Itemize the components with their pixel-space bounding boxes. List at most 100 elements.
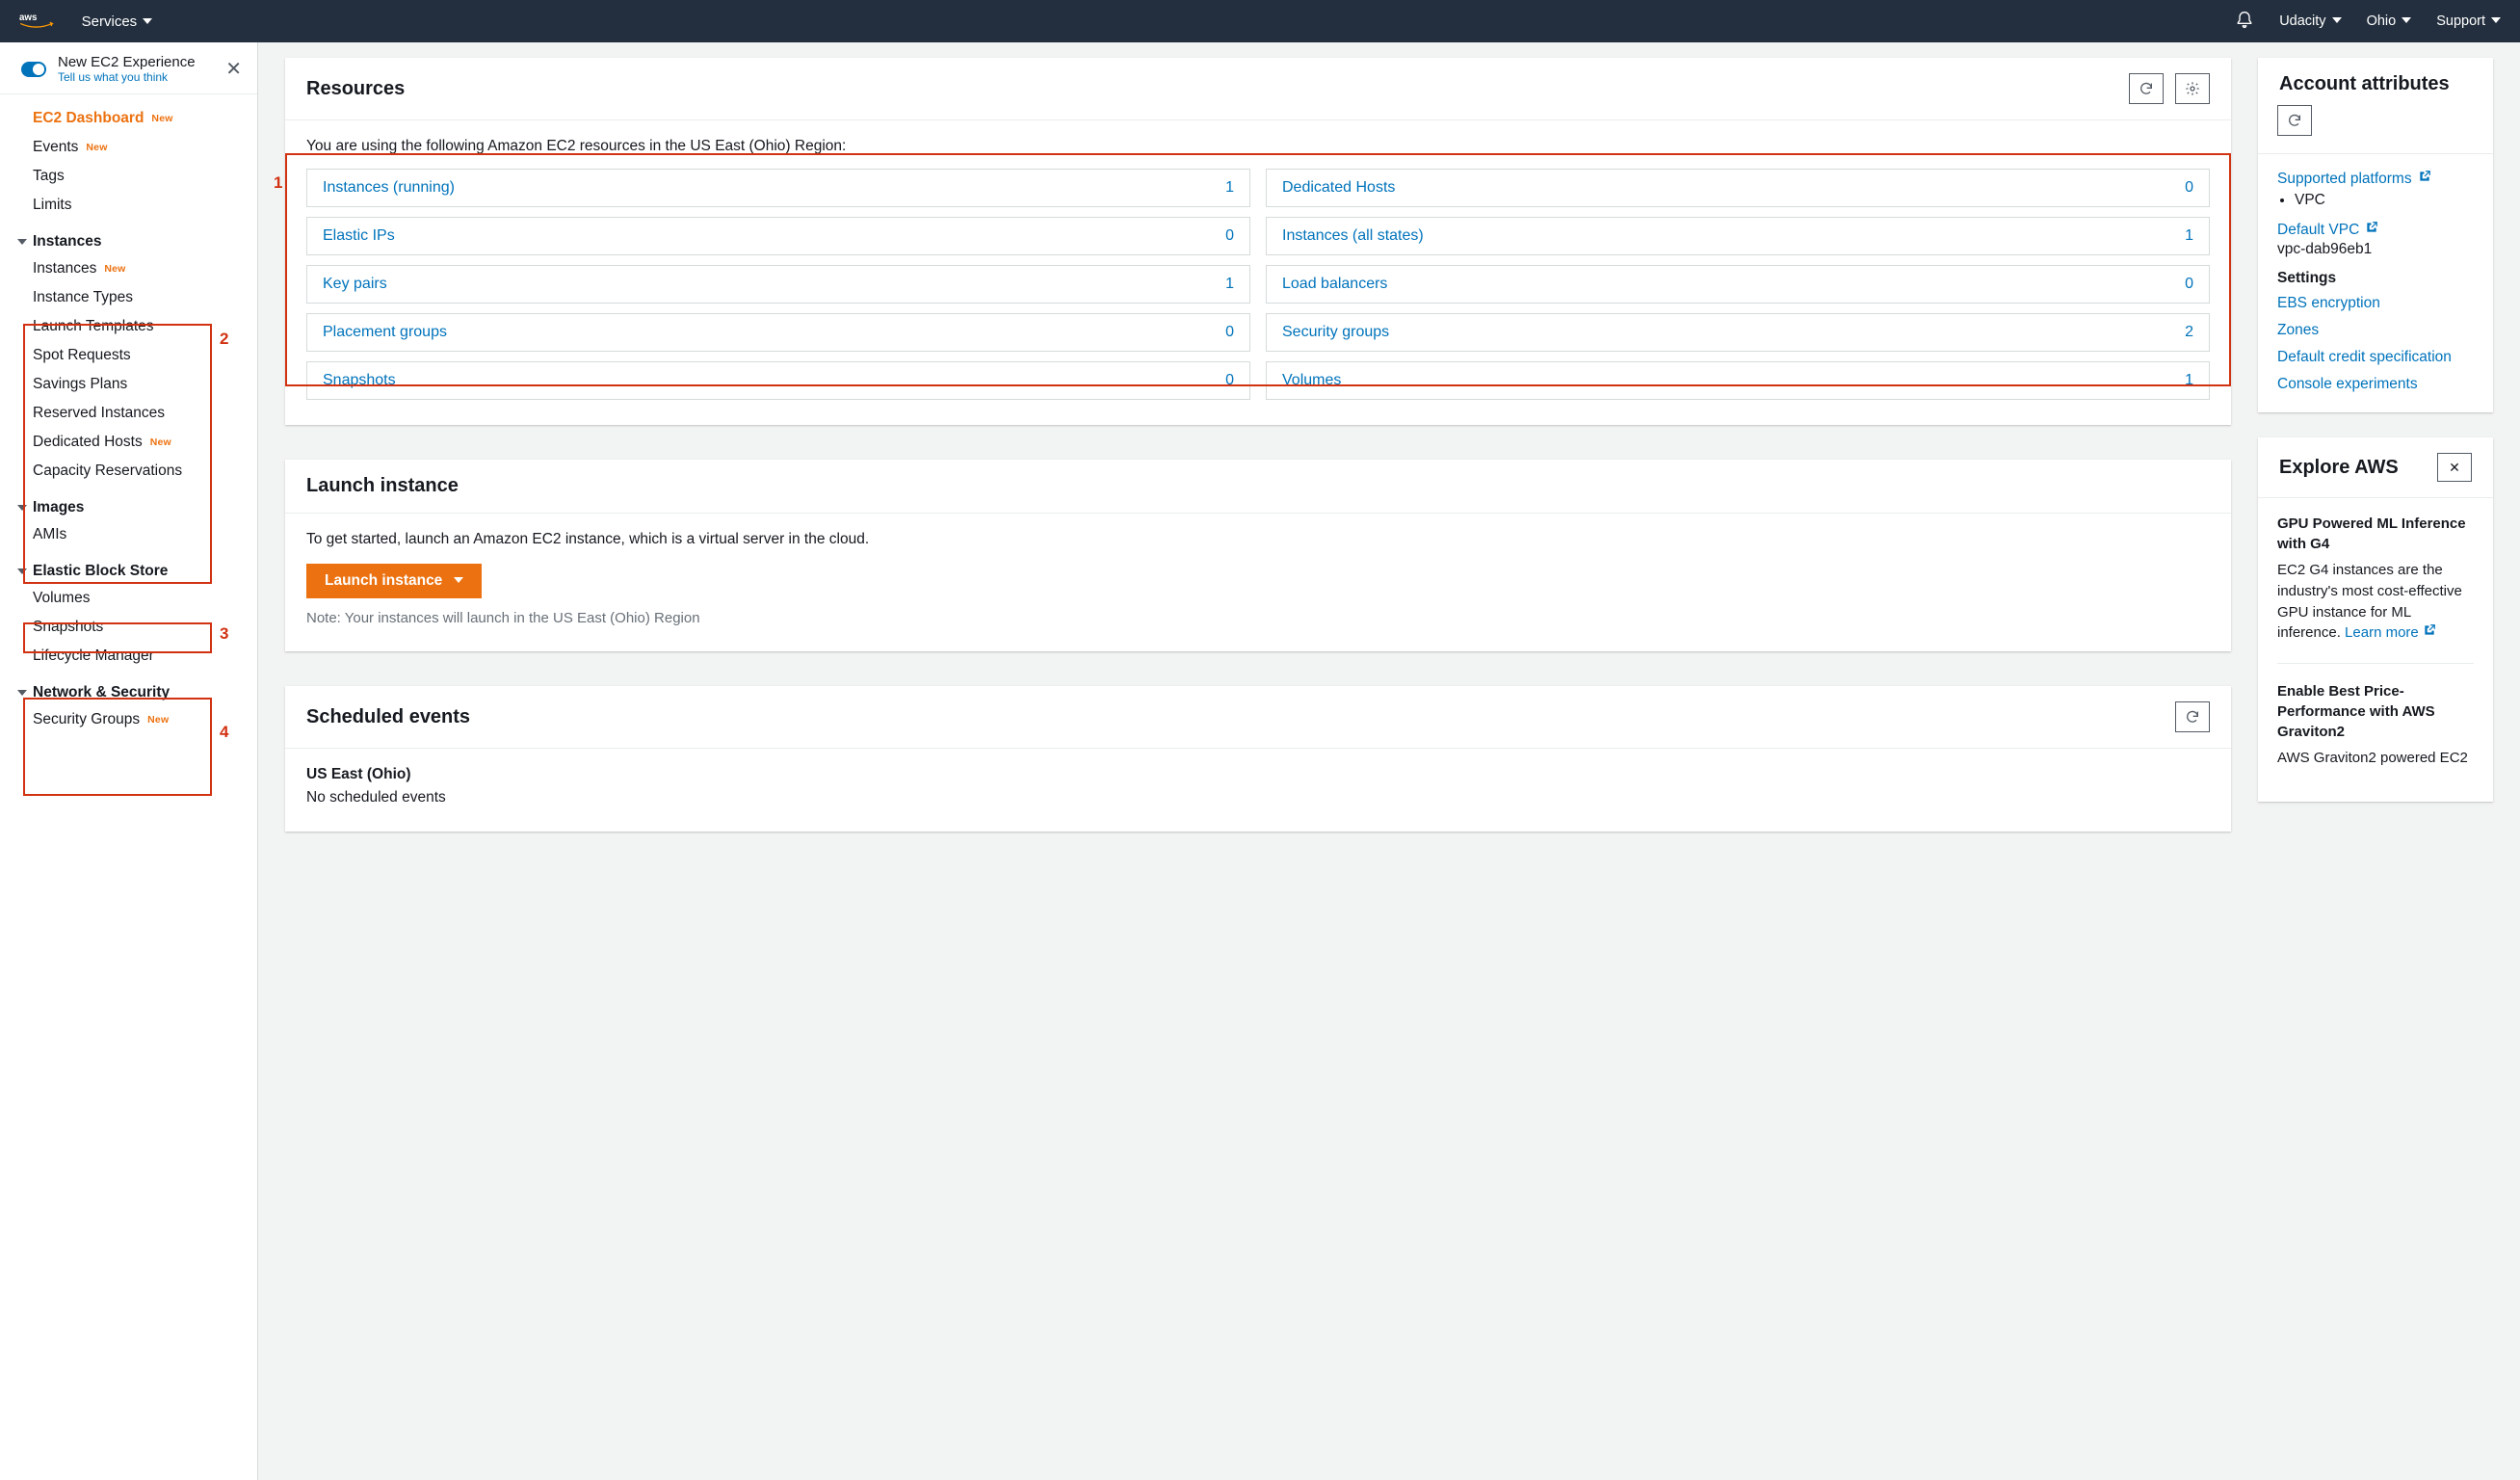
resource-link[interactable]: Elastic IPs	[323, 227, 395, 245]
sidebar-item-snapshots[interactable]: Snapshots	[0, 613, 257, 642]
learn-more-link[interactable]: Learn more	[2345, 622, 2436, 644]
sidebar-item-spot-requests[interactable]: Spot Requests	[0, 341, 257, 370]
resource-link[interactable]: Dedicated Hosts	[1282, 179, 1395, 197]
resource-placement-groups[interactable]: Placement groups0	[306, 313, 1250, 352]
settings-link-console-experiments[interactable]: Console experiments	[2277, 376, 2474, 393]
new-badge: New	[104, 263, 125, 275]
caret-down-icon	[454, 572, 463, 590]
sidebar-item-instances[interactable]: InstancesNew	[0, 254, 257, 283]
resource-volumes[interactable]: Volumes 1	[1266, 361, 2210, 400]
resource-count: 2	[2185, 324, 2193, 341]
annotation-number-1: 1	[274, 173, 282, 193]
sidebar-section-images[interactable]: Images	[0, 486, 257, 520]
new-badge: New	[151, 113, 172, 124]
sidebar-item-ec2-dashboard[interactable]: EC2 DashboardNew	[0, 104, 257, 133]
scheduled-title: Scheduled events	[306, 706, 470, 728]
resource-link[interactable]: Security groups	[1282, 324, 1389, 341]
sidebar-item-amis[interactable]: AMIs	[0, 520, 257, 549]
support-label: Support	[2436, 13, 2485, 29]
supported-platforms-link[interactable]: Supported platforms	[2277, 170, 2431, 188]
resource-count: 1	[2185, 227, 2193, 245]
sidebar-item-instance-types[interactable]: Instance Types	[0, 283, 257, 312]
sidebar-item-lifecycle-manager[interactable]: Lifecycle Manager	[0, 642, 257, 671]
region-menu[interactable]: Ohio	[2367, 13, 2412, 29]
resource-link[interactable]: Instances (all states)	[1282, 227, 1424, 245]
explore-item: GPU Powered ML Inference with G4EC2 G4 i…	[2277, 508, 2474, 657]
account-menu[interactable]: Udacity	[2279, 13, 2341, 29]
resource-key-pairs[interactable]: Key pairs 1	[306, 265, 1250, 304]
resource-elastic-ips[interactable]: Elastic IPs 0	[306, 217, 1250, 255]
resource-count: 0	[2185, 276, 2193, 293]
resource-count: 0	[1225, 227, 1234, 245]
top-nav: aws Services Udacity Ohio Support	[0, 0, 2520, 42]
chevron-down-icon	[17, 237, 27, 247]
close-icon[interactable]: ✕	[225, 57, 242, 81]
sidebar-item-reserved-instances[interactable]: Reserved Instances	[0, 399, 257, 428]
launch-title: Launch instance	[306, 475, 459, 497]
refresh-button[interactable]	[2277, 105, 2312, 136]
resource-link[interactable]: Key pairs	[323, 276, 387, 293]
sidebar-item-limits[interactable]: Limits	[0, 191, 257, 220]
resource-security-groups[interactable]: Security groups 2	[1266, 313, 2210, 352]
aws-logo[interactable]: aws	[19, 11, 55, 32]
new-badge: New	[150, 436, 171, 448]
resource-count: 1	[2185, 372, 2193, 389]
sidebar-section-elastic-block-store[interactable]: Elastic Block Store	[0, 549, 257, 584]
new-experience-banner: New EC2 Experience Tell us what you thin…	[0, 42, 257, 94]
default-vpc-link[interactable]: Default VPC	[2277, 221, 2378, 239]
explore-aws-panel: Explore AWS ✕ GPU Powered ML Inference w…	[2258, 437, 2493, 802]
default-vpc-id: vpc-dab96eb1	[2277, 241, 2474, 258]
resources-intro: You are using the following Amazon EC2 r…	[306, 138, 2210, 155]
explore-heading: Enable Best Price-Performance with AWS G…	[2277, 681, 2474, 742]
external-link-icon	[2365, 221, 2378, 239]
new-badge: New	[147, 714, 169, 726]
settings-link-zones[interactable]: Zones	[2277, 322, 2474, 339]
sidebar-item-dedicated-hosts[interactable]: Dedicated HostsNew	[0, 428, 257, 457]
resource-instances-all-states-[interactable]: Instances (all states) 1	[1266, 217, 2210, 255]
services-label: Services	[82, 13, 138, 30]
resource-link[interactable]: Placement groups	[323, 324, 447, 341]
account-attributes-title: Account attributes	[2279, 73, 2450, 95]
external-link-icon	[2418, 170, 2431, 188]
sidebar-item-events[interactable]: EventsNew	[0, 133, 257, 162]
resource-dedicated-hosts[interactable]: Dedicated Hosts0	[1266, 169, 2210, 207]
sidebar-item-volumes[interactable]: Volumes	[0, 584, 257, 613]
resource-instances-running-[interactable]: Instances (running) 1	[306, 169, 1250, 207]
launch-instance-panel: Launch instance To get started, launch a…	[285, 460, 2231, 651]
chevron-down-icon	[17, 503, 27, 513]
resource-link[interactable]: Volumes	[1282, 372, 1341, 389]
sidebar-item-tags[interactable]: Tags	[0, 162, 257, 191]
launch-instance-button[interactable]: Launch instance	[306, 564, 482, 598]
sidebar-item-launch-templates[interactable]: Launch Templates	[0, 312, 257, 341]
sidebar-item-capacity-reservations[interactable]: Capacity Reservations	[0, 457, 257, 486]
resource-snapshots[interactable]: Snapshots0	[306, 361, 1250, 400]
sidebar-item-savings-plans[interactable]: Savings Plans	[0, 370, 257, 399]
new-experience-feedback-link[interactable]: Tell us what you think	[58, 70, 196, 84]
resource-count: 1	[1225, 179, 1234, 197]
support-menu[interactable]: Support	[2436, 13, 2501, 29]
caret-down-icon	[2332, 13, 2342, 29]
notifications-icon[interactable]	[2235, 11, 2254, 33]
settings-button[interactable]	[2175, 73, 2210, 104]
account-label: Udacity	[2279, 13, 2325, 29]
scheduled-message: No scheduled events	[306, 789, 2210, 806]
sidebar-section-instances[interactable]: Instances	[0, 220, 257, 254]
caret-down-icon	[143, 13, 152, 30]
refresh-button[interactable]	[2175, 701, 2210, 732]
sidebar-section-network-security[interactable]: Network & Security	[0, 671, 257, 705]
settings-link-default-credit-specification[interactable]: Default credit specification	[2277, 349, 2474, 366]
explore-body: AWS Graviton2 powered EC2	[2277, 748, 2474, 769]
settings-link-ebs-encryption[interactable]: EBS encryption	[2277, 295, 2474, 312]
resource-count: 1	[1225, 276, 1234, 293]
scheduled-region: US East (Ohio)	[306, 766, 2210, 783]
refresh-button[interactable]	[2129, 73, 2164, 104]
services-menu[interactable]: Services	[82, 13, 153, 30]
resource-link[interactable]: Load balancers	[1282, 276, 1387, 293]
resource-load-balancers[interactable]: Load balancers 0	[1266, 265, 2210, 304]
close-button[interactable]: ✕	[2437, 453, 2472, 482]
new-experience-toggle[interactable]	[21, 62, 46, 77]
chevron-down-icon	[17, 688, 27, 698]
sidebar-item-security-groups[interactable]: Security GroupsNew	[0, 705, 257, 734]
resource-link[interactable]: Snapshots	[323, 372, 396, 389]
resource-link[interactable]: Instances (running)	[323, 179, 455, 197]
